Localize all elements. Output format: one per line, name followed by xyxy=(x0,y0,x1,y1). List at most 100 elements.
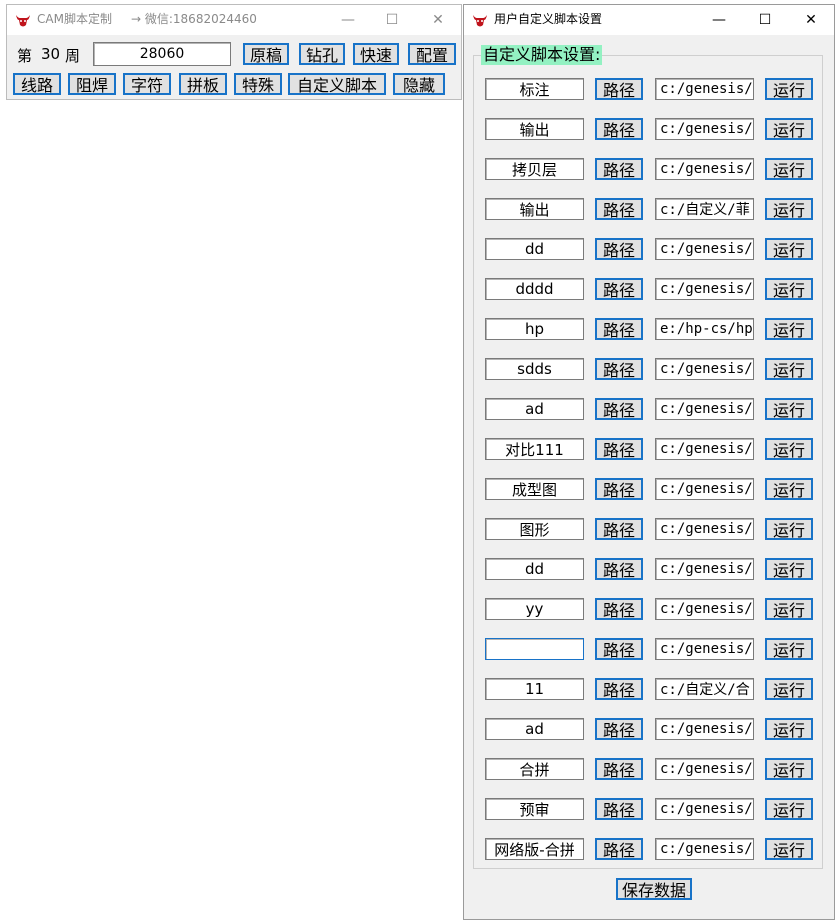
path-button[interactable]: 路径 xyxy=(595,718,643,740)
run-button[interactable]: 运行 xyxy=(765,398,813,420)
path-button[interactable]: 路径 xyxy=(595,598,643,620)
path-button[interactable]: 路径 xyxy=(595,838,643,860)
maximize-button[interactable]: ☐ xyxy=(742,5,788,35)
run-button[interactable]: 运行 xyxy=(765,718,813,740)
run-button[interactable]: 运行 xyxy=(765,358,813,380)
run-button[interactable]: 运行 xyxy=(765,438,813,460)
title-bar[interactable]: CAM脚本定制 → 微信:18682024460 — ☐ ✕ xyxy=(7,5,461,35)
script-path-input[interactable]: e:/hp-cs/hp- xyxy=(655,318,754,340)
toolbar-button[interactable]: 配置 xyxy=(408,43,456,65)
path-button[interactable]: 路径 xyxy=(595,198,643,220)
path-button[interactable]: 路径 xyxy=(595,518,643,540)
script-name-input[interactable]: 拷贝层 xyxy=(485,158,584,180)
path-button[interactable]: 路径 xyxy=(595,758,643,780)
toolbar-button[interactable]: 字符 xyxy=(123,73,171,95)
script-name-input[interactable]: 标注 xyxy=(485,78,584,100)
script-path-input[interactable]: c:/genesis/s xyxy=(655,598,754,620)
path-button[interactable]: 路径 xyxy=(595,358,643,380)
run-button[interactable]: 运行 xyxy=(765,758,813,780)
close-button[interactable]: ✕ xyxy=(415,5,461,35)
script-name-input[interactable]: ad xyxy=(485,718,584,740)
run-button[interactable]: 运行 xyxy=(765,478,813,500)
script-name-input[interactable]: 网络版-合拼 xyxy=(485,838,584,860)
path-button[interactable]: 路径 xyxy=(595,158,643,180)
run-button[interactable]: 运行 xyxy=(765,118,813,140)
script-path-input[interactable]: c:/自定义/菲 xyxy=(655,198,754,220)
save-data-button[interactable]: 保存数据 xyxy=(616,878,692,900)
run-button[interactable]: 运行 xyxy=(765,278,813,300)
script-name-input[interactable]: dd xyxy=(485,238,584,260)
maximize-button[interactable]: ☐ xyxy=(369,5,415,35)
title-bar[interactable]: 用户自定义脚本设置 — ☐ ✕ xyxy=(464,5,834,35)
run-button[interactable]: 运行 xyxy=(765,598,813,620)
script-path-input[interactable]: c:/genesis/s xyxy=(655,438,754,460)
script-path-input[interactable]: c:/genesis/s xyxy=(655,478,754,500)
script-name-input[interactable]: dd xyxy=(485,558,584,580)
script-path-input[interactable]: c:/genesis/ xyxy=(655,798,754,820)
path-button[interactable]: 路径 xyxy=(595,558,643,580)
path-button[interactable]: 路径 xyxy=(595,118,643,140)
minimize-button[interactable]: — xyxy=(325,5,371,35)
toolbar-button[interactable]: 隐藏 xyxy=(393,73,445,95)
run-button[interactable]: 运行 xyxy=(765,678,813,700)
script-path-input[interactable]: c:/genesis/ xyxy=(655,758,754,780)
path-button[interactable]: 路径 xyxy=(595,478,643,500)
script-name-input[interactable]: 输出 xyxy=(485,198,584,220)
path-button[interactable]: 路径 xyxy=(595,78,643,100)
script-path-input[interactable]: c:/genesis/s xyxy=(655,78,754,100)
run-button[interactable]: 运行 xyxy=(765,318,813,340)
path-button[interactable]: 路径 xyxy=(595,238,643,260)
run-button[interactable]: 运行 xyxy=(765,798,813,820)
script-name-input[interactable]: 合拼 xyxy=(485,758,584,780)
script-path-input[interactable]: c:/genesis/s xyxy=(655,118,754,140)
job-number-input[interactable]: 28060 xyxy=(93,42,231,66)
script-name-input[interactable]: 预审 xyxy=(485,798,584,820)
path-button[interactable]: 路径 xyxy=(595,638,643,660)
path-button[interactable]: 路径 xyxy=(595,398,643,420)
script-name-input[interactable]: yy xyxy=(485,598,584,620)
script-path-input[interactable]: c:/genesis/s xyxy=(655,158,754,180)
script-path-input[interactable]: c:/genesis/s xyxy=(655,718,754,740)
script-path-input[interactable]: c:/genesis/s xyxy=(655,838,754,860)
script-name-input[interactable] xyxy=(485,638,584,660)
run-button[interactable]: 运行 xyxy=(765,238,813,260)
script-name-input[interactable]: ad xyxy=(485,398,584,420)
toolbar-button[interactable]: 自定义脚本 xyxy=(288,73,386,95)
minimize-button[interactable]: — xyxy=(696,5,742,35)
toolbar-button[interactable]: 线路 xyxy=(13,73,61,95)
script-name-input[interactable]: 图形 xyxy=(485,518,584,540)
script-path-input[interactable]: c:/genesis/s xyxy=(655,638,754,660)
run-button[interactable]: 运行 xyxy=(765,158,813,180)
script-path-input[interactable]: c:/genesis/s xyxy=(655,278,754,300)
path-button[interactable]: 路径 xyxy=(595,438,643,460)
toolbar-button[interactable]: 快速 xyxy=(353,43,399,65)
script-path-input[interactable]: c:/genesis/s xyxy=(655,558,754,580)
script-name-input[interactable]: hp xyxy=(485,318,584,340)
path-button[interactable]: 路径 xyxy=(595,678,643,700)
script-name-input[interactable]: 输出 xyxy=(485,118,584,140)
run-button[interactable]: 运行 xyxy=(765,838,813,860)
toolbar-button[interactable]: 原稿 xyxy=(243,43,289,65)
script-path-input[interactable]: c:/genesis/s xyxy=(655,238,754,260)
script-name-input[interactable]: dddd xyxy=(485,278,584,300)
script-path-input[interactable]: c:/genesis/s xyxy=(655,398,754,420)
script-name-input[interactable]: 成型图 xyxy=(485,478,584,500)
script-path-input[interactable]: c:/自定义/合 xyxy=(655,678,754,700)
run-button[interactable]: 运行 xyxy=(765,518,813,540)
run-button[interactable]: 运行 xyxy=(765,198,813,220)
close-button[interactable]: ✕ xyxy=(788,5,834,35)
path-button[interactable]: 路径 xyxy=(595,798,643,820)
run-button[interactable]: 运行 xyxy=(765,78,813,100)
script-path-input[interactable]: c:/genesis/s xyxy=(655,358,754,380)
path-button[interactable]: 路径 xyxy=(595,278,643,300)
script-name-input[interactable]: sdds xyxy=(485,358,584,380)
path-button[interactable]: 路径 xyxy=(595,318,643,340)
run-button[interactable]: 运行 xyxy=(765,638,813,660)
run-button[interactable]: 运行 xyxy=(765,558,813,580)
toolbar-button[interactable]: 拼板 xyxy=(179,73,227,95)
toolbar-button[interactable]: 阻焊 xyxy=(68,73,116,95)
script-name-input[interactable]: 11 xyxy=(485,678,584,700)
toolbar-button[interactable]: 钻孔 xyxy=(299,43,345,65)
script-path-input[interactable]: c:/genesis/s xyxy=(655,518,754,540)
toolbar-button[interactable]: 特殊 xyxy=(234,73,282,95)
